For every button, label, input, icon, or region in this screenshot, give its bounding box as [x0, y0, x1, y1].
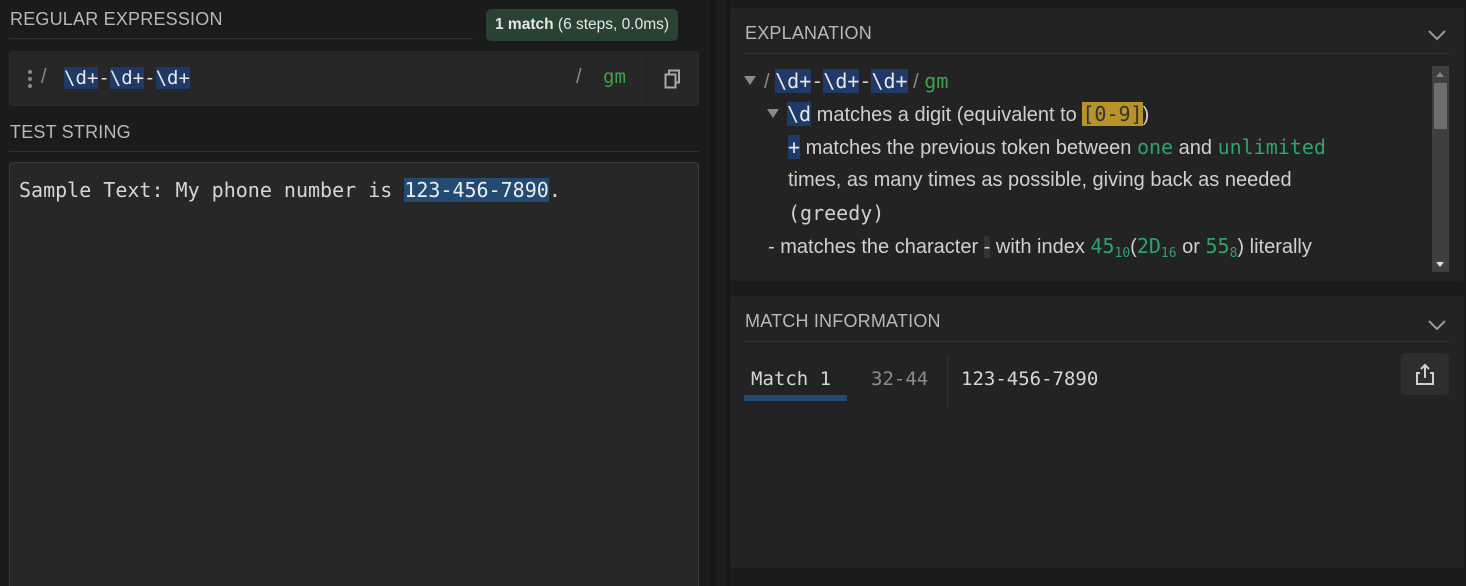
match-count: 1 match	[495, 16, 554, 33]
regex-title-divider	[9, 38, 473, 39]
regex-delimiter-close: /	[576, 66, 582, 88]
test-string-input[interactable]: Sample Text: My phone number is 123-456-…	[9, 162, 699, 586]
chevron-down-icon[interactable]	[1428, 318, 1446, 336]
explanation-title: EXPLANATION	[745, 23, 872, 43]
root-token[interactable]: -	[859, 69, 871, 93]
match-tab[interactable]: Match 1	[744, 368, 838, 390]
scroll-up-icon[interactable]	[1436, 72, 1444, 77]
digit-token[interactable]: \d	[787, 102, 812, 126]
match-count-badge: 1 match (6 steps, 0.0ms)	[486, 9, 679, 41]
match-tab-underline	[744, 395, 847, 401]
literal-char: -	[983, 236, 991, 258]
quantifier-greedy: (greedy)	[788, 201, 885, 225]
test-text-before: Sample Text: My phone number is	[19, 178, 405, 202]
regex-flags[interactable]: gm	[603, 66, 626, 88]
quantifier-min: one	[1136, 135, 1174, 159]
test-text-after: .	[548, 178, 561, 202]
copy-button[interactable]	[647, 52, 699, 105]
test-title-divider	[9, 151, 699, 152]
explanation-scrollbar[interactable]	[1432, 66, 1449, 272]
regex-token: \d+	[155, 67, 190, 89]
literal-oct: 558	[1205, 234, 1238, 261]
match-divider	[947, 356, 948, 406]
root-token[interactable]: \d+	[871, 69, 908, 93]
digit-text: matches a digit (equivalent to	[816, 104, 1077, 126]
match-info-panel: MATCH INFORMATION Match 1 32-44 123-456-…	[730, 296, 1464, 568]
root-token[interactable]: \d+	[823, 69, 860, 93]
root-slash-close: /	[913, 71, 919, 93]
regex-delimiter-open: /	[41, 66, 47, 88]
quantifier-token[interactable]: +	[788, 135, 801, 159]
chevron-down-icon[interactable]	[1428, 28, 1446, 46]
match-range: 32-44	[871, 368, 929, 390]
explanation-panel: EXPLANATION / \d+-\d+-\d+ / gm \d matche…	[730, 8, 1464, 281]
quantifier-and: and	[1178, 137, 1212, 159]
digit-close: )	[1142, 104, 1150, 126]
copy-icon	[664, 69, 680, 88]
collapse-triangle-icon[interactable]	[744, 76, 756, 86]
quantifier-text: matches the previous token between	[805, 137, 1132, 159]
match-steps: (6 steps, 0.0ms)	[557, 16, 670, 33]
scroll-down-icon[interactable]	[1436, 262, 1444, 267]
literal-text-3: ) literally	[1237, 236, 1312, 258]
regex-pattern[interactable]: \d+-\d+-\d+	[64, 66, 190, 90]
root-token[interactable]: \d+	[775, 69, 812, 93]
literal-hex: 2D16	[1136, 234, 1177, 261]
collapse-triangle-icon[interactable]	[767, 109, 779, 119]
literal-text-2: with index	[995, 236, 1085, 258]
digit-range: [0-9]	[1082, 102, 1143, 126]
literal-token[interactable]: -	[768, 236, 775, 258]
match-info-title: MATCH INFORMATION	[745, 311, 941, 331]
match-highlight: 123-456-7890	[404, 178, 549, 202]
explanation-digit: \d matches a digit (equivalent to [0-9])	[767, 98, 1149, 132]
literal-dec: 4510	[1090, 234, 1131, 261]
vertical-dots-icon[interactable]	[27, 70, 33, 90]
quantifier-text-2: times, as many times as possible, giving…	[788, 169, 1292, 191]
explanation-divider	[744, 53, 1450, 54]
root-token[interactable]: -	[811, 69, 823, 93]
explanation-quantifier: + matches the previous token between one…	[788, 131, 1326, 165]
regex-input[interactable]: / \d+-\d+-\d+ / gm	[9, 51, 699, 106]
explanation-literal: - matches the character - with index 451…	[768, 230, 1312, 268]
explanation-tree: / \d+-\d+-\d+ / gm \d matches a digit (e…	[742, 68, 1432, 268]
literal-text: matches the character	[780, 236, 979, 258]
export-button[interactable]	[1401, 353, 1449, 395]
explanation-root: / \d+-\d+-\d+ / gm	[744, 68, 948, 99]
regex-section-title: REGULAR EXPRESSION	[10, 9, 223, 29]
pane-splitter[interactable]	[710, 0, 730, 586]
scroll-thumb[interactable]	[1434, 83, 1447, 129]
match-info-divider	[744, 341, 1450, 342]
quantifier-max: unlimited	[1217, 135, 1326, 159]
regex-token: \d+	[109, 67, 145, 89]
literal-paren: (	[1130, 236, 1137, 258]
regex-token: -	[98, 67, 110, 89]
regex-token: \d+	[64, 67, 99, 89]
regex-token: -	[144, 67, 156, 89]
root-slash-open: /	[764, 71, 770, 93]
export-icon	[1416, 363, 1434, 385]
match-value: 123-456-7890	[961, 368, 1099, 390]
test-string-title: TEST STRING	[10, 122, 131, 142]
left-pane: REGULAR EXPRESSION 1 match (6 steps, 0.0…	[0, 0, 710, 586]
test-string-text: Sample Text: My phone number is 123-456-…	[19, 177, 561, 203]
literal-or: or	[1182, 236, 1200, 258]
root-flags: gm	[924, 69, 949, 93]
